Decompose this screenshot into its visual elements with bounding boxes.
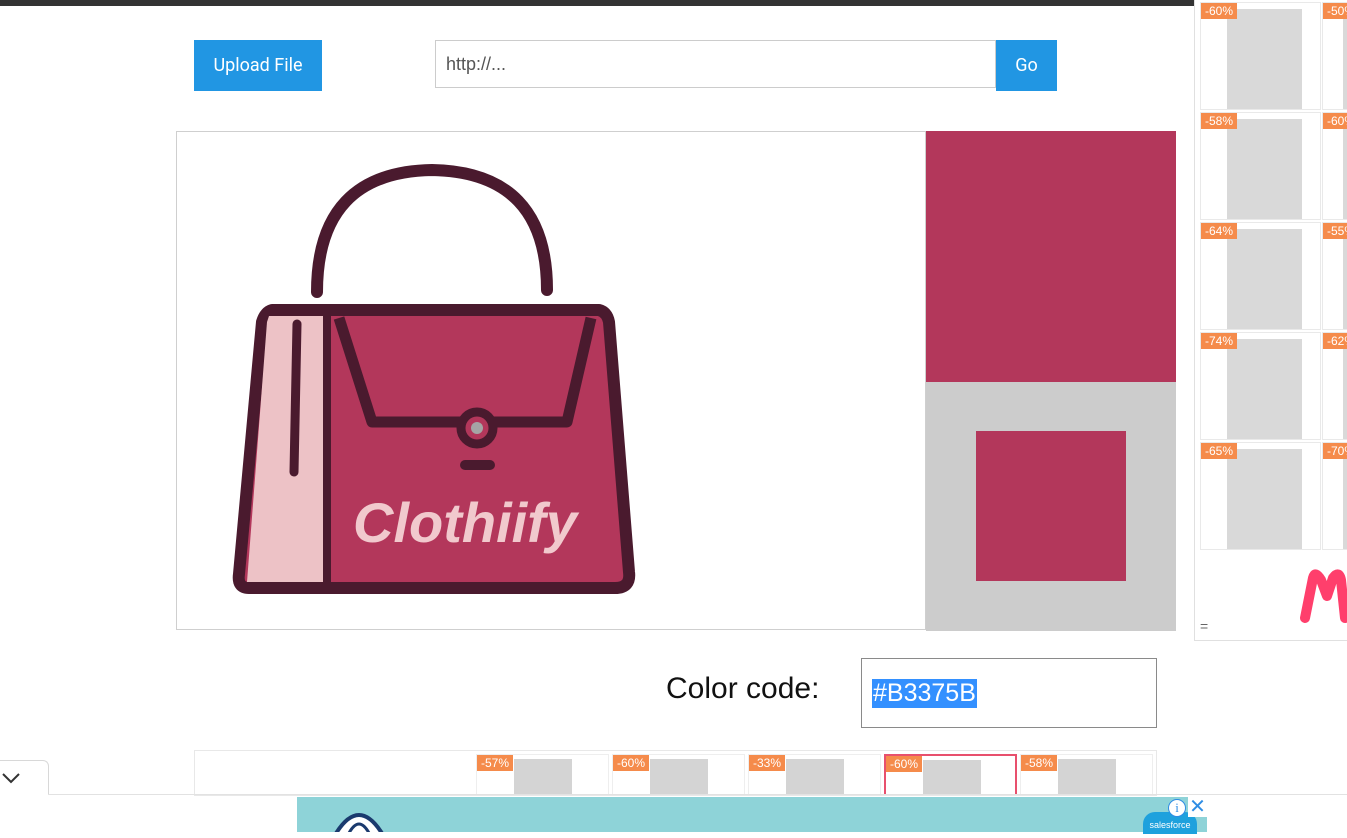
product-image [1343,229,1347,329]
browser-top-bar [0,0,1347,6]
product-card[interactable]: -60% [1200,2,1321,110]
product-card[interactable]: -60% [1322,112,1347,220]
ad-mascot-icon [334,813,384,832]
clothiify-logo-image: Clothiify [232,163,636,594]
product-card[interactable]: -70% [1322,442,1347,550]
discount-badge: -57% [477,755,514,771]
product-card[interactable]: -60% [612,754,745,795]
discount-badge: -62% [1323,333,1347,349]
discount-badge: -33% [749,755,786,771]
product-image [1343,9,1347,109]
bottom-ad-banner[interactable] [297,797,1207,832]
product-card[interactable]: -58% [1200,112,1321,220]
product-card[interactable]: -65% [1200,442,1321,550]
product-card[interactable]: -55% [1322,222,1347,330]
color-swatch-small [976,431,1126,581]
discount-badge: -58% [1201,113,1238,129]
color-code-field[interactable]: #B3375B [861,658,1157,728]
discount-badge: -55% [1323,223,1347,239]
discount-badge: -50% [1323,3,1347,19]
product-card[interactable]: -58% [1020,754,1153,795]
product-image [1227,449,1302,549]
bottom-product-strip: -57% -60% -33% -60% -58% [194,750,1157,796]
discount-badge: -65% [1201,443,1238,459]
discount-badge: -60% [613,755,650,771]
url-input[interactable] [435,40,996,88]
discount-badge: -60% [886,756,923,772]
image-canvas[interactable]: Clothiify [176,131,926,630]
discount-badge: -70% [1323,443,1347,459]
product-image [1058,759,1116,795]
brand-text: Clothiify [353,491,580,554]
product-card[interactable]: -50% [1322,2,1347,110]
product-card[interactable]: -74% [1200,332,1321,440]
product-image [1343,119,1347,219]
ad-info-icon[interactable]: i [1168,799,1186,817]
discount-badge: -64% [1201,223,1238,239]
chevron-down-icon [2,773,20,784]
discount-badge: -60% [1323,113,1347,129]
product-ad-sidebar: -60% -58% -64% -74% -65% -50% -60% -55% … [1194,0,1347,641]
discount-badge: -74% [1201,333,1238,349]
divider [48,794,1347,795]
collapse-ad-button[interactable] [0,760,49,795]
product-image [1343,339,1347,439]
brand-logo-icon [1300,569,1347,623]
product-image [786,759,844,795]
product-card[interactable]: -33% [748,754,881,795]
product-card[interactable]: -64% [1200,222,1321,330]
menu-icon[interactable]: = [1200,618,1208,634]
product-card-selected[interactable]: -60% [884,754,1017,795]
color-swatch-large [926,131,1176,382]
product-image [514,759,572,795]
color-code-label: Color code: [666,672,820,705]
discount-badge: -60% [1201,3,1238,19]
color-code-value: #B3375B [872,679,977,708]
product-image [923,760,981,795]
product-image [650,759,708,795]
go-button[interactable]: Go [996,40,1057,91]
product-image [1227,119,1302,219]
product-image [1227,229,1302,329]
product-image [1343,449,1347,549]
upload-file-button[interactable]: Upload File [194,40,322,91]
product-card[interactable]: -57% [476,754,609,795]
discount-badge: -58% [1021,755,1058,771]
ad-close-icon[interactable]: ✕ [1188,797,1207,817]
product-image [1227,339,1302,439]
product-image [1227,9,1302,109]
product-card[interactable]: -62% [1322,332,1347,440]
